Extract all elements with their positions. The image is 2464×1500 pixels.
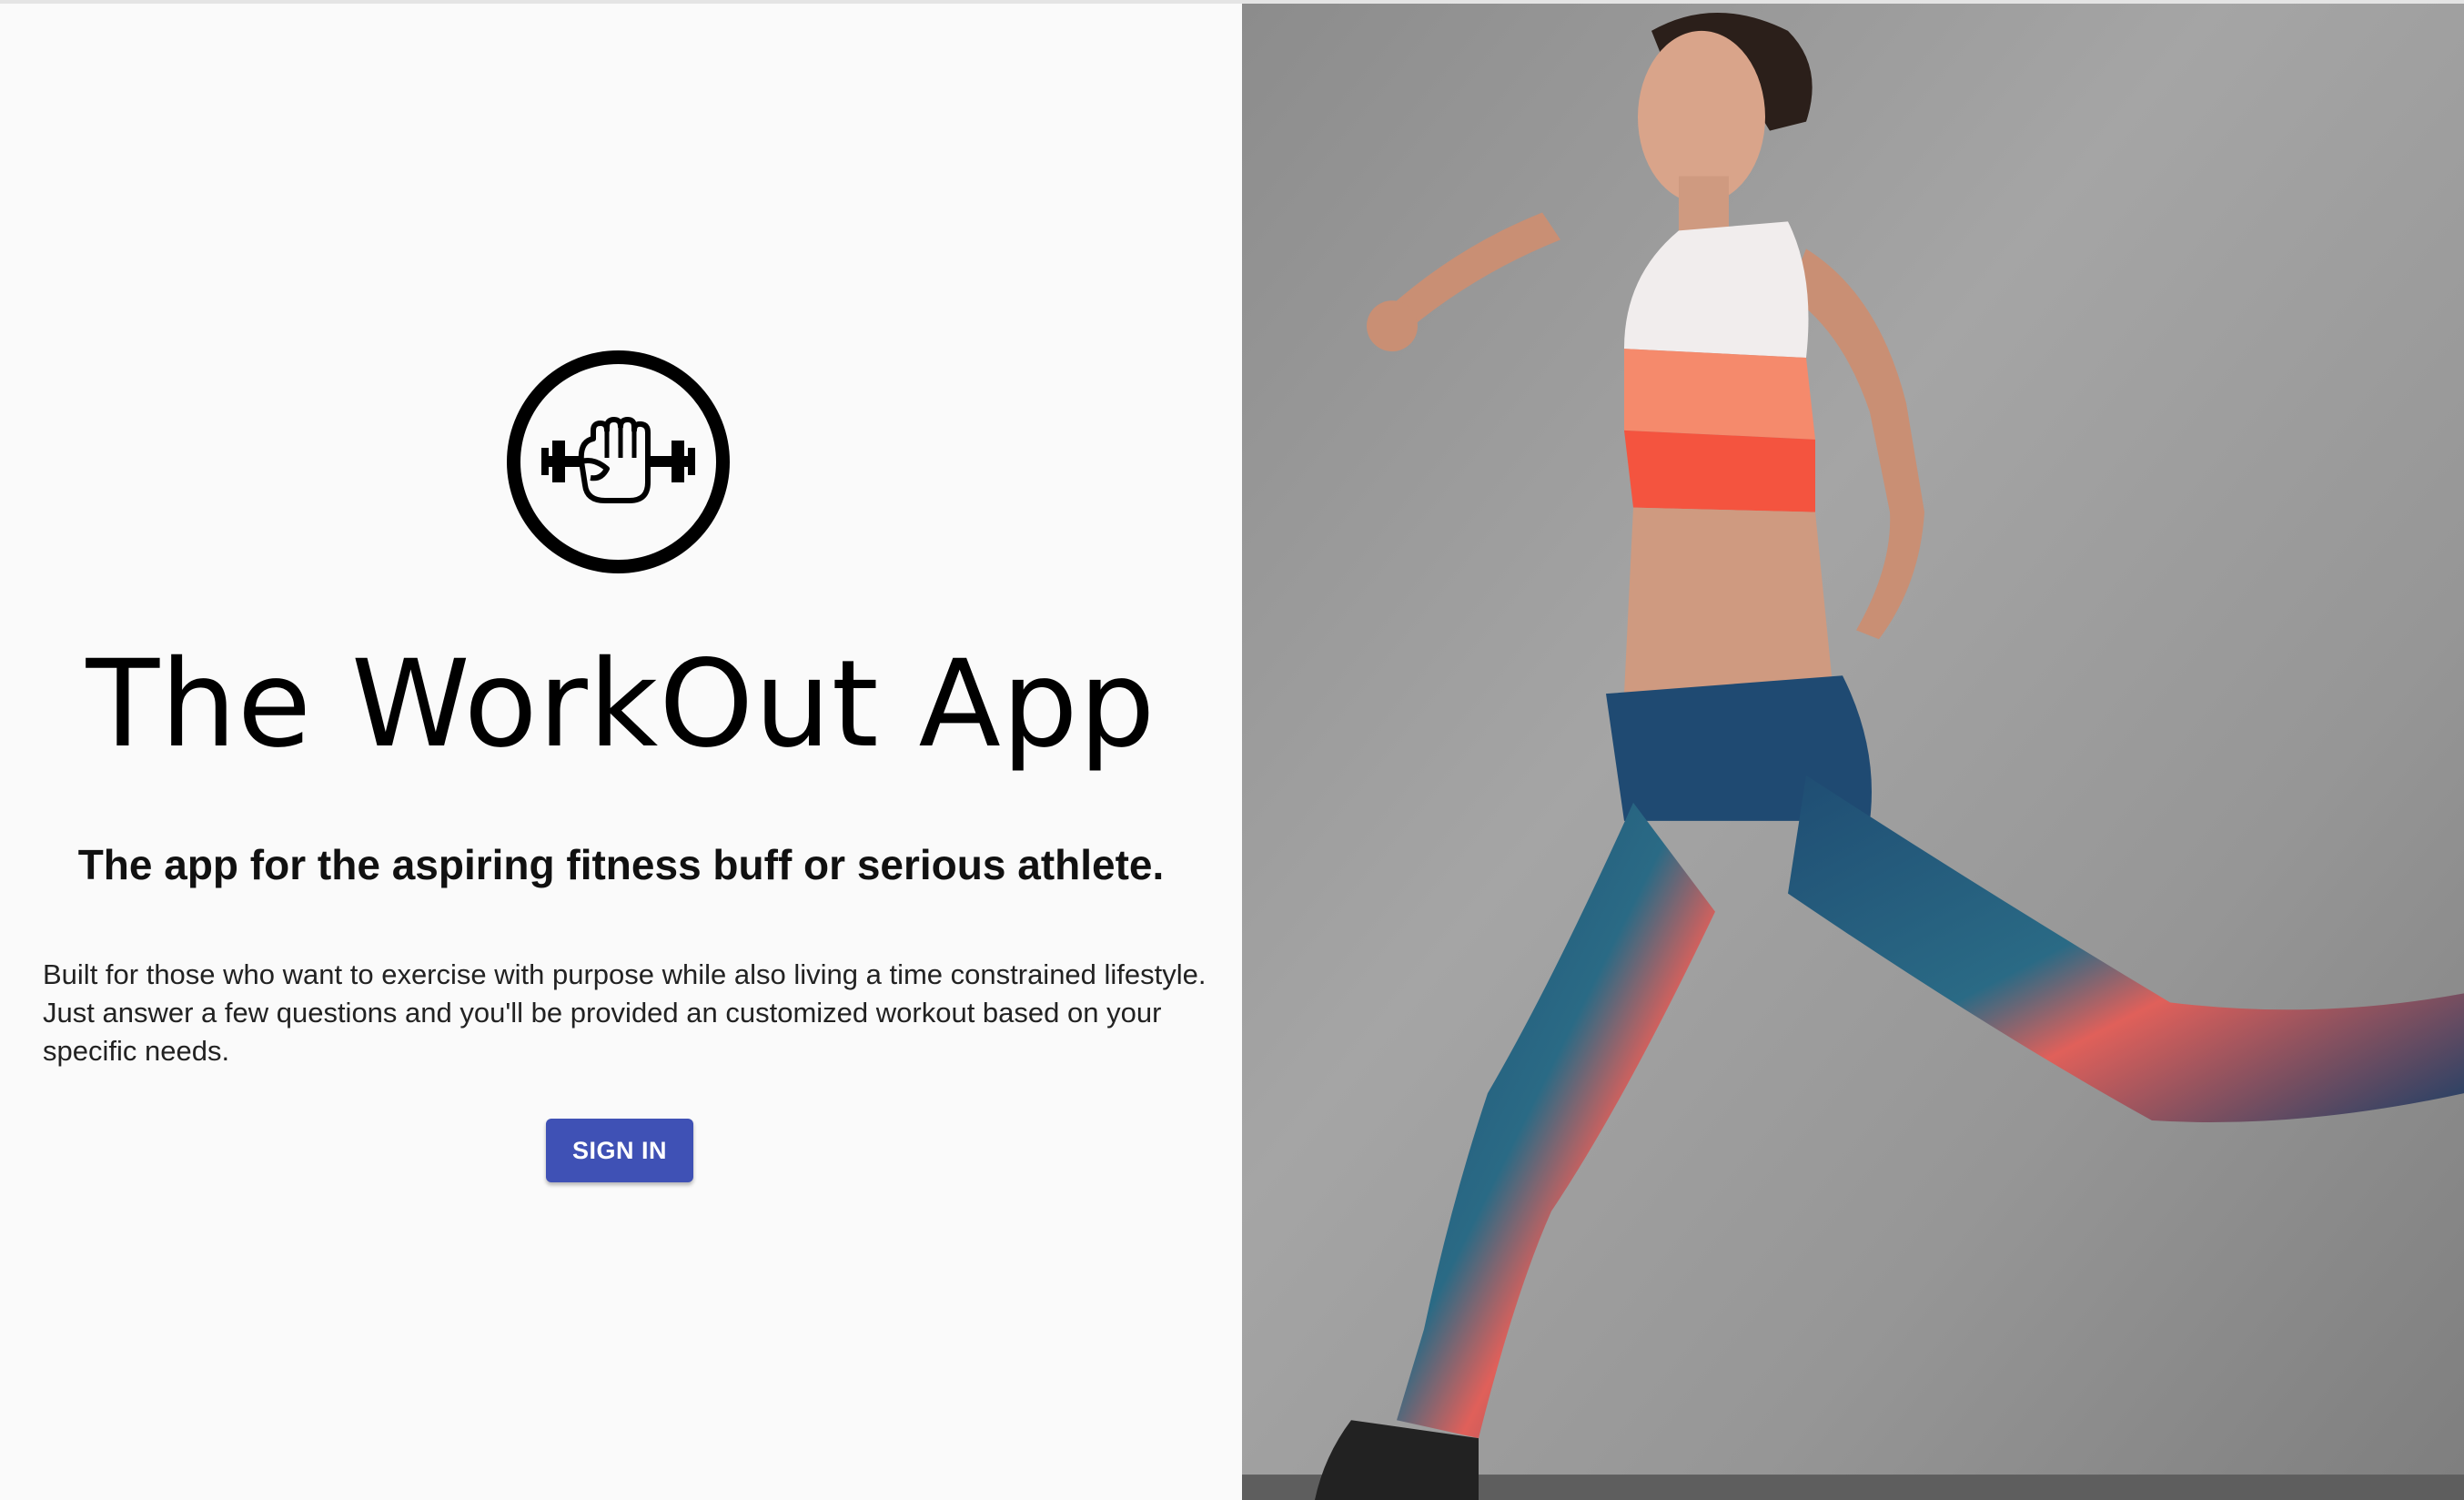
hero-image bbox=[1242, 4, 2464, 1500]
tagline: The app for the aspiring fitness buff or… bbox=[77, 841, 1165, 888]
app-description: Built for those who want to exercise wit… bbox=[43, 958, 1207, 1067]
app-title: The WorkOut App bbox=[86, 634, 1156, 775]
fist-dumbbell-icon bbox=[507, 350, 730, 573]
intro-panel: The WorkOut App The app for the aspiring… bbox=[0, 4, 1242, 1500]
app-logo bbox=[507, 350, 730, 573]
sign-in-button[interactable]: SIGN IN bbox=[546, 1119, 693, 1182]
landing-page: The WorkOut App The app for the aspiring… bbox=[0, 0, 2464, 1500]
running-athlete-photo bbox=[1242, 4, 2464, 1500]
